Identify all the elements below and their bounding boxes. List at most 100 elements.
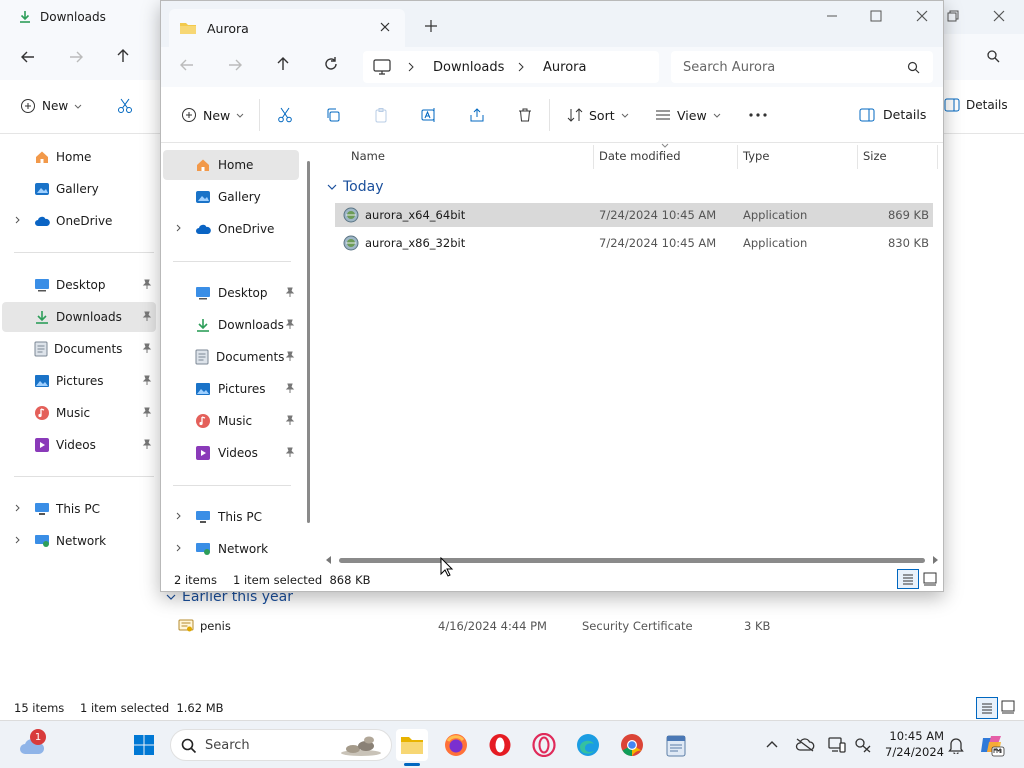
- new-button[interactable]: New: [181, 107, 244, 123]
- share-icon[interactable]: [469, 107, 485, 123]
- more-options-icon[interactable]: [749, 113, 767, 117]
- pin-icon[interactable]: [142, 375, 152, 385]
- breadcrumb-aurora[interactable]: Aurora: [543, 60, 586, 75]
- column-header-date[interactable]: Date modified: [599, 149, 681, 163]
- close-icon[interactable]: [915, 9, 929, 23]
- file-explorer-app[interactable]: [396, 729, 428, 766]
- sidebar-item-this-pc[interactable]: This PC: [2, 494, 156, 524]
- scroll-left-icon[interactable]: [325, 556, 333, 564]
- details-view-button[interactable]: [976, 697, 998, 719]
- table-row[interactable]: aurora_x86_32bit 7/24/2024 10:45 AM Appl…: [335, 231, 933, 255]
- sidebar-item-onedrive[interactable]: OneDrive: [2, 206, 156, 236]
- pin-icon[interactable]: [142, 279, 152, 289]
- chevron-right-icon[interactable]: [14, 536, 22, 544]
- scrollbar-thumb[interactable]: [339, 558, 925, 563]
- sidebar-item-home[interactable]: Home: [2, 142, 156, 172]
- column-header-type[interactable]: Type: [743, 149, 769, 163]
- chevron-right-icon[interactable]: [175, 224, 183, 232]
- taskbar-search[interactable]: Search: [170, 729, 392, 761]
- sidebar-item-videos[interactable]: Videos: [2, 430, 156, 460]
- horizontal-scrollbar[interactable]: [319, 553, 943, 567]
- chevron-up-icon[interactable]: [766, 739, 778, 749]
- chevron-right-icon[interactable]: [175, 544, 183, 552]
- edge-app[interactable]: [572, 729, 604, 761]
- sidebar-item-network[interactable]: Network: [2, 526, 156, 556]
- pin-icon[interactable]: [285, 351, 295, 361]
- chevron-right-icon[interactable]: [175, 512, 183, 520]
- background-tab[interactable]: Downloads: [0, 0, 160, 34]
- cut-icon[interactable]: [117, 98, 133, 114]
- sidebar-item-network[interactable]: Network: [163, 534, 299, 564]
- breadcrumb-downloads[interactable]: Downloads: [433, 60, 504, 75]
- back-arrow-icon[interactable]: [179, 57, 195, 73]
- sidebar-item-home[interactable]: Home: [163, 150, 299, 180]
- paste-icon[interactable]: [373, 107, 389, 123]
- file-row[interactable]: penis 4/16/2024 4:44 PM Security Certifi…: [170, 614, 1010, 638]
- delete-icon[interactable]: [517, 107, 533, 123]
- sidebar-item-videos[interactable]: Videos: [163, 438, 299, 468]
- back-arrow-icon[interactable]: [20, 49, 36, 65]
- sidebar-item-downloads[interactable]: Downloads: [163, 310, 299, 340]
- display-icon[interactable]: [828, 737, 846, 753]
- up-arrow-icon[interactable]: [115, 48, 131, 64]
- onedrive-offline-icon[interactable]: [795, 737, 815, 753]
- forward-arrow-icon[interactable]: [227, 57, 243, 73]
- start-button[interactable]: [128, 729, 160, 761]
- sidebar-scrollbar[interactable]: [307, 161, 310, 523]
- table-row[interactable]: aurora_x64_64bit 7/24/2024 10:45 AM Appl…: [335, 203, 933, 227]
- minimize-icon[interactable]: [825, 9, 839, 23]
- new-tab-icon[interactable]: [424, 19, 438, 33]
- pin-icon[interactable]: [285, 415, 295, 425]
- chrome-app[interactable]: [616, 729, 648, 761]
- column-separator[interactable]: [937, 145, 938, 169]
- view-button[interactable]: View: [655, 107, 721, 123]
- chevron-right-icon[interactable]: [14, 216, 22, 224]
- restore-icon[interactable]: [946, 9, 960, 23]
- sidebar-item-onedrive[interactable]: OneDrive: [163, 214, 299, 244]
- copilot-icon[interactable]: [979, 732, 1005, 758]
- opera-app[interactable]: [484, 729, 516, 761]
- sidebar-item-music[interactable]: Music: [163, 406, 299, 436]
- notepad-app[interactable]: [660, 729, 692, 761]
- forward-arrow-icon[interactable]: [68, 49, 84, 65]
- weather-widget[interactable]: 1: [16, 729, 48, 761]
- sidebar-item-this-pc[interactable]: This PC: [163, 502, 299, 532]
- sidebar-item-gallery[interactable]: Gallery: [163, 182, 299, 212]
- pin-icon[interactable]: [285, 383, 295, 393]
- close-tab-icon[interactable]: [379, 21, 391, 33]
- sidebar-item-documents[interactable]: Documents: [2, 334, 156, 364]
- network-status-icon[interactable]: [854, 737, 872, 753]
- address-bar[interactable]: Downloads Aurora: [363, 51, 659, 83]
- group-header-today[interactable]: Today: [327, 179, 384, 195]
- tiles-view-button[interactable]: [923, 572, 937, 586]
- sidebar-item-downloads[interactable]: Downloads: [2, 302, 156, 332]
- up-arrow-icon[interactable]: [275, 56, 291, 72]
- system-clock[interactable]: 10:45 AM 7/24/2024: [880, 728, 944, 760]
- pin-icon[interactable]: [285, 319, 295, 329]
- column-separator[interactable]: [857, 145, 858, 169]
- new-button[interactable]: New: [20, 98, 82, 114]
- scroll-right-icon[interactable]: [931, 556, 939, 564]
- sort-button[interactable]: Sort: [567, 107, 629, 123]
- sidebar-item-pictures[interactable]: Pictures: [163, 374, 299, 404]
- pin-icon[interactable]: [142, 343, 152, 353]
- pin-icon[interactable]: [142, 311, 152, 321]
- details-view-button[interactable]: [897, 569, 919, 589]
- sidebar-item-documents[interactable]: Documents: [163, 342, 299, 372]
- pin-icon[interactable]: [142, 439, 152, 449]
- rename-icon[interactable]: [421, 107, 437, 123]
- chevron-right-icon[interactable]: [14, 504, 22, 512]
- column-header-name[interactable]: Name: [351, 149, 385, 163]
- sidebar-item-pictures[interactable]: Pictures: [2, 366, 156, 396]
- notification-bell-icon[interactable]: [948, 736, 964, 754]
- refresh-icon[interactable]: [323, 56, 339, 72]
- column-separator[interactable]: [593, 145, 594, 169]
- opera-gx-app[interactable]: [528, 729, 560, 761]
- sidebar-item-desktop[interactable]: Desktop: [2, 270, 156, 300]
- sidebar-item-gallery[interactable]: Gallery: [2, 174, 156, 204]
- search-icon[interactable]: [907, 61, 920, 74]
- close-icon[interactable]: [992, 9, 1006, 23]
- column-header-size[interactable]: Size: [863, 149, 887, 163]
- firefox-app[interactable]: [440, 729, 472, 761]
- search-icon[interactable]: [986, 49, 1000, 63]
